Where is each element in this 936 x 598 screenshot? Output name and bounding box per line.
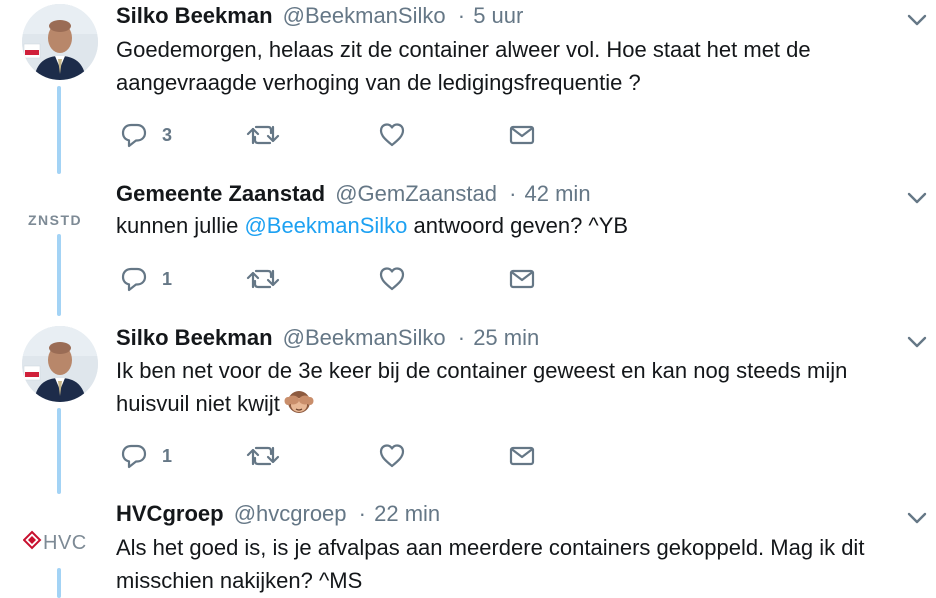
display-name[interactable]: Gemeente Zaanstad bbox=[116, 181, 325, 206]
tweet[interactable]: ZNSTD Gemeente Zaanstad @GemZaanstad · 4… bbox=[0, 178, 936, 318]
reply-button[interactable]: 3 bbox=[120, 118, 172, 152]
text-segment: antwoord geven? ^YB bbox=[407, 213, 629, 238]
avatar[interactable] bbox=[22, 326, 98, 402]
chevron-down-icon[interactable] bbox=[903, 504, 931, 532]
timestamp[interactable]: 25 min bbox=[473, 325, 539, 350]
tweet-text: Als het goed is, is je afvalpas aan meer… bbox=[116, 535, 865, 593]
retweet-icon bbox=[246, 269, 280, 289]
like-icon bbox=[379, 267, 405, 291]
like-icon bbox=[379, 444, 405, 468]
display-name[interactable]: HVCgroep bbox=[116, 501, 224, 526]
tweet-actions: 1 bbox=[116, 439, 576, 473]
avatar[interactable] bbox=[22, 4, 98, 80]
tweet-header: HVCgroep @hvcgroep · 22 min bbox=[116, 498, 440, 530]
retweet-button[interactable] bbox=[246, 118, 280, 152]
chevron-down-icon[interactable] bbox=[903, 6, 931, 34]
tweet[interactable]: Silko Beekman @BeekmanSilko · 5 uur Goed… bbox=[0, 0, 936, 170]
direct-message-icon bbox=[509, 446, 535, 466]
mention-link[interactable]: @BeekmanSilko bbox=[244, 213, 407, 238]
reply-count: 3 bbox=[162, 124, 173, 145]
zaanstad-logo[interactable]: ZNSTD bbox=[18, 200, 102, 240]
direct-message-button[interactable] bbox=[508, 262, 536, 296]
logo-text: HVC bbox=[43, 532, 87, 554]
retweet-icon bbox=[246, 446, 280, 466]
see-no-evil-monkey-icon bbox=[284, 387, 314, 424]
tweet[interactable]: Silko Beekman @BeekmanSilko · 25 min Ik … bbox=[0, 322, 936, 492]
retweet-button[interactable] bbox=[246, 439, 280, 473]
timestamp[interactable]: 22 min bbox=[374, 501, 440, 526]
text-segment: kunnen jullie bbox=[116, 213, 245, 238]
tweet-header: Silko Beekman @BeekmanSilko · 25 min bbox=[116, 322, 539, 354]
text-segment: Ik ben net voor de 3e keer bij de contai… bbox=[116, 358, 848, 416]
chevron-down-icon[interactable] bbox=[903, 328, 931, 356]
direct-message-icon bbox=[509, 125, 535, 145]
tweet-header: Gemeente Zaanstad @GemZaanstad · 42 min bbox=[116, 178, 591, 210]
reply-icon bbox=[121, 267, 147, 292]
chevron-down-icon[interactable] bbox=[903, 184, 931, 212]
user-handle[interactable]: @BeekmanSilko bbox=[283, 3, 446, 28]
separator-dot: · bbox=[457, 3, 466, 28]
display-name[interactable]: Silko Beekman bbox=[116, 3, 273, 28]
timestamp[interactable]: 42 min bbox=[525, 181, 591, 206]
reply-count: 1 bbox=[162, 445, 173, 466]
tweet-text: Ik ben net voor de 3e keer bij de contai… bbox=[116, 354, 906, 424]
logo-text: ZNSTD bbox=[28, 212, 82, 228]
retweet-icon bbox=[246, 125, 280, 145]
tweet-header: Silko Beekman @BeekmanSilko · 5 uur bbox=[116, 0, 523, 32]
direct-message-button[interactable] bbox=[508, 439, 536, 473]
display-name[interactable]: Silko Beekman bbox=[116, 325, 273, 350]
tweet-text: kunnen jullie @BeekmanSilko antwoord gev… bbox=[116, 209, 906, 242]
reply-icon bbox=[121, 444, 147, 469]
reply-button[interactable]: 1 bbox=[120, 262, 172, 296]
separator-dot: · bbox=[457, 325, 466, 350]
reply-icon bbox=[121, 123, 147, 148]
reply-button[interactable]: 1 bbox=[120, 439, 172, 473]
direct-message-button[interactable] bbox=[508, 118, 536, 152]
tweet-text: Goedemorgen, helaas zit de container alw… bbox=[116, 37, 811, 95]
tweet[interactable]: HVC HVCgroep @hvcgroep · 22 min Als het … bbox=[0, 498, 936, 596]
like-button[interactable] bbox=[378, 118, 406, 152]
user-handle[interactable]: @BeekmanSilko bbox=[283, 325, 446, 350]
separator-dot: · bbox=[509, 181, 517, 206]
direct-message-icon bbox=[509, 269, 535, 289]
hvc-logo[interactable]: HVC bbox=[18, 522, 102, 562]
timestamp[interactable]: 5 uur bbox=[473, 3, 523, 28]
like-button[interactable] bbox=[378, 262, 406, 296]
like-icon bbox=[379, 123, 405, 147]
reply-count: 1 bbox=[162, 268, 173, 289]
tweet-actions: 1 bbox=[116, 262, 576, 296]
retweet-button[interactable] bbox=[246, 262, 280, 296]
like-button[interactable] bbox=[378, 439, 406, 473]
user-handle[interactable]: @GemZaanstad bbox=[335, 181, 497, 206]
user-handle[interactable]: @hvcgroep bbox=[234, 501, 347, 526]
separator-dot: · bbox=[358, 501, 366, 526]
tweet-actions: 3 bbox=[116, 118, 576, 152]
